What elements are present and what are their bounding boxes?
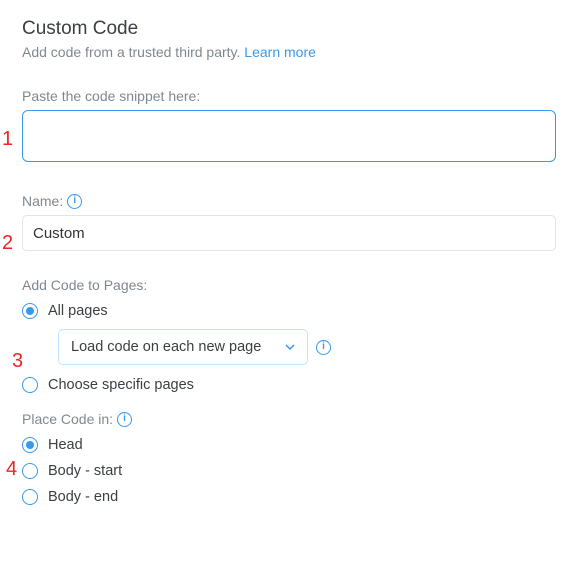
radio-label: Body - end	[48, 489, 118, 505]
radio-icon	[22, 463, 38, 479]
place-section-label: Place Code in: i	[22, 411, 556, 427]
radio-body-end[interactable]: Body - end	[22, 489, 556, 505]
radio-icon	[22, 303, 38, 319]
radio-specific-pages[interactable]: Choose specific pages	[22, 377, 556, 393]
radio-label: All pages	[48, 303, 108, 319]
radio-label: Body - start	[48, 463, 122, 479]
annotation-marker-1: 1	[2, 128, 13, 151]
chevron-down-icon	[285, 342, 295, 352]
code-field-label: Paste the code snippet here:	[22, 88, 556, 104]
pages-section-label: Add Code to Pages:	[22, 277, 556, 293]
info-icon[interactable]: i	[67, 194, 82, 209]
annotation-marker-2: 2	[2, 232, 13, 255]
radio-label: Choose specific pages	[48, 377, 194, 393]
radio-all-pages[interactable]: All pages	[22, 303, 556, 319]
annotation-marker-4: 4	[6, 458, 17, 481]
radio-icon	[22, 489, 38, 505]
name-label-text: Name:	[22, 193, 63, 209]
name-input[interactable]	[22, 215, 556, 251]
radio-body-start[interactable]: Body - start	[22, 463, 556, 479]
radio-icon	[22, 377, 38, 393]
subtitle-text: Add code from a trusted third party.	[22, 44, 244, 60]
info-icon[interactable]: i	[117, 412, 132, 427]
learn-more-link[interactable]: Learn more	[244, 44, 316, 60]
code-snippet-input[interactable]	[22, 110, 556, 162]
page-subtitle: Add code from a trusted third party. Lea…	[22, 44, 556, 60]
radio-head[interactable]: Head	[22, 437, 556, 453]
info-icon[interactable]: i	[316, 340, 331, 355]
page-title: Custom Code	[22, 18, 556, 40]
annotation-marker-3: 3	[12, 350, 23, 373]
radio-label: Head	[48, 437, 83, 453]
name-field-label: Name: i	[22, 193, 556, 209]
place-label-text: Place Code in:	[22, 411, 113, 427]
select-value: Load code on each new page	[71, 339, 261, 355]
load-code-select[interactable]: Load code on each new page	[58, 329, 308, 365]
radio-icon	[22, 437, 38, 453]
